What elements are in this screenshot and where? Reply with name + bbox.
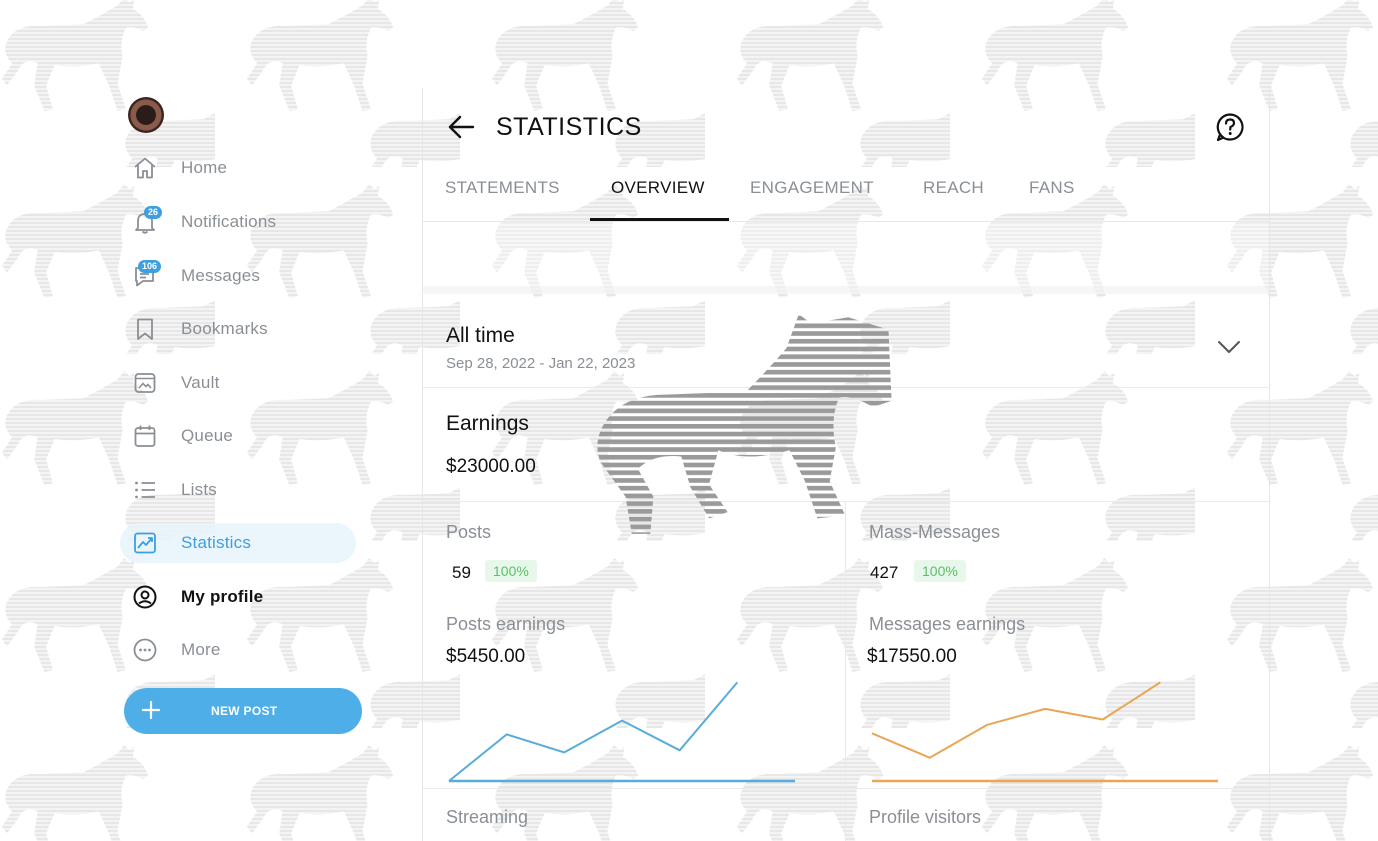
period-title: All time [446, 324, 515, 347]
list-icon [132, 478, 158, 502]
help-icon[interactable] [1215, 112, 1245, 142]
sidebar-item-queue[interactable]: Queue [120, 416, 356, 456]
sidebar-item-vault[interactable]: Vault [120, 363, 356, 403]
vault-icon [132, 371, 158, 395]
sidebar-item-bookmarks[interactable]: Bookmarks [120, 309, 356, 349]
tab-reach[interactable]: REACH [923, 178, 984, 198]
new-post-label: NEW POST [211, 704, 278, 718]
chart-icon [132, 531, 158, 555]
posts-card[interactable]: Posts 59 100% Posts earnings $5450.00 [423, 502, 846, 789]
sidebar-item-more[interactable]: More [120, 630, 356, 670]
profile-visitors-title: Profile visitors [869, 807, 982, 827]
sidebar-item-label: Bookmarks [181, 319, 268, 338]
more-icon [132, 638, 158, 662]
mass-messages-percent-badge: 100% [914, 560, 966, 582]
mass-messages-count: 427 [870, 563, 899, 582]
posts-earnings-label: Posts earnings [446, 614, 566, 634]
tab-overview[interactable]: OVERVIEW [611, 178, 705, 198]
posts-title: Posts [446, 522, 492, 542]
messages-badge: 106 [138, 260, 162, 273]
messages-earnings-chart [871, 681, 1218, 783]
posts-earnings-value: $5450.00 [446, 646, 526, 667]
earnings-value: $23000.00 [446, 456, 536, 477]
sidebar-item-label: Notifications [181, 212, 277, 231]
stats-tabs: STATEMENTS OVERVIEW ENGAGEMENT REACH FAN… [423, 168, 1269, 222]
sidebar-item-statistics[interactable]: Statistics [120, 523, 356, 563]
home-icon [132, 156, 158, 180]
sidebar-item-label: Home [181, 158, 228, 177]
plus-icon [141, 700, 161, 720]
messages-earnings-line [871, 681, 1161, 759]
tab-fans[interactable]: FANS [1029, 178, 1075, 198]
streaming-card[interactable]: Streaming [423, 789, 846, 841]
active-tab-indicator [590, 218, 729, 221]
messages-earnings-label: Messages earnings [869, 614, 1026, 634]
page-header: STATISTICS [423, 88, 1269, 168]
sidebar-item-my-profile[interactable]: My profile [120, 577, 356, 617]
sidebar-item-lists[interactable]: Lists [120, 470, 356, 510]
messages-earnings-value: $17550.00 [867, 646, 957, 667]
profile-icon [132, 585, 158, 609]
sidebar-item-label: Lists [181, 480, 217, 499]
page-title: STATISTICS [496, 113, 642, 141]
spacer-band [423, 222, 1269, 294]
posts-percent-badge: 100% [485, 560, 537, 582]
sidebar-item-label: Statistics [181, 533, 252, 552]
horse-watermark [597, 314, 892, 534]
posts-earnings-chart [448, 681, 795, 783]
bookmark-icon [132, 317, 158, 341]
sidebar-item-label: Messages [181, 266, 261, 285]
sidebar-item-label: Queue [181, 426, 234, 445]
back-arrow-icon[interactable] [447, 114, 475, 140]
notifications-badge: 26 [144, 206, 163, 219]
chevron-down-icon[interactable] [1217, 337, 1241, 357]
sidebar-item-notifications[interactable]: 26 Notifications [120, 202, 356, 242]
earnings-title: Earnings [446, 412, 529, 435]
sidebar-item-label: Vault [181, 373, 220, 392]
sidebar-item-label: My profile [181, 587, 264, 606]
avatar[interactable] [128, 97, 164, 133]
streaming-title: Streaming [446, 807, 529, 827]
sidebar-item-label: More [181, 640, 221, 659]
tab-statements[interactable]: STATEMENTS [445, 178, 560, 198]
sidebar-item-messages[interactable]: 106 Messages [120, 256, 356, 296]
sidebar-item-home[interactable]: Home [120, 148, 356, 188]
calendar-icon [132, 424, 158, 448]
posts-earnings-line [448, 681, 739, 782]
tab-engagement[interactable]: ENGAGEMENT [750, 178, 874, 198]
profile-visitors-card[interactable]: Profile visitors [846, 789, 1269, 841]
new-post-button[interactable]: NEW POST [124, 688, 362, 734]
mass-messages-card[interactable]: Mass-Messages 427 100% Messages earnings… [846, 502, 1269, 789]
posts-count: 59 [452, 563, 471, 582]
